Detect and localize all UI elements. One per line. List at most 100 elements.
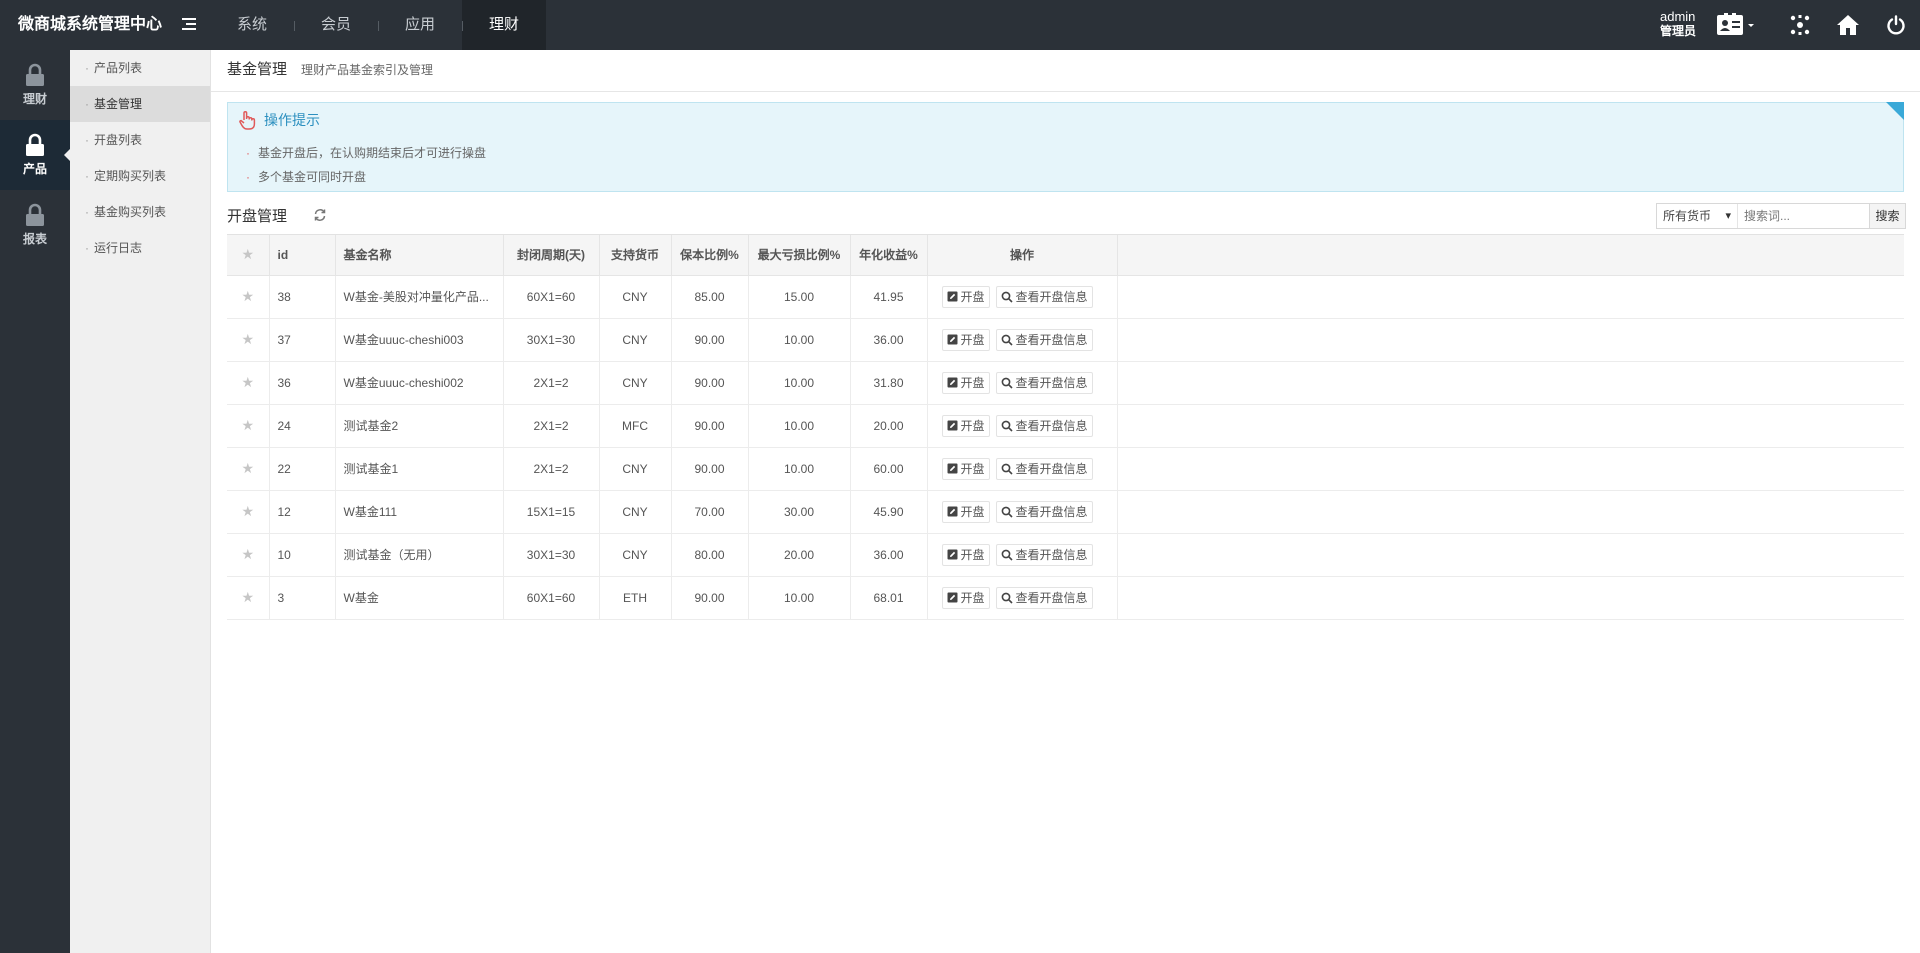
rail-item-label: 报表 [22, 232, 47, 246]
refresh-icon[interactable] [313, 208, 327, 222]
cell-period: 2X1=2 [503, 361, 600, 405]
open-button[interactable]: 开盘 [941, 414, 990, 437]
nav-system[interactable]: 系统 [210, 0, 294, 50]
star-icon[interactable]: ★ [241, 288, 254, 304]
currency-select[interactable]: 所有货币 [1657, 204, 1737, 228]
cell-name: W基金-美股对冲量化产品... [335, 275, 504, 319]
column-header-max-loss: 最大亏损比例% [748, 235, 851, 276]
cell-principal: 90.00 [671, 318, 749, 362]
cell-period: 2X1=2 [503, 404, 600, 448]
column-header-filler [1117, 235, 1904, 276]
search-button[interactable]: 搜索 [1869, 204, 1905, 228]
open-button[interactable]: 开盘 [941, 586, 990, 609]
open-button[interactable]: 开盘 [941, 328, 990, 351]
lock-icon [26, 203, 44, 226]
nav-finance[interactable]: 理财 [462, 0, 546, 50]
edit-icon [947, 592, 958, 603]
cell-principal: 90.00 [671, 361, 749, 405]
view-button-label: 查看开盘信息 [1015, 547, 1088, 562]
cell-name: W基金 [335, 576, 504, 620]
row-star-cell: ★ [227, 576, 270, 620]
cell-filler [1117, 490, 1904, 534]
cell-name: W基金uuuc-cheshi003 [335, 318, 504, 362]
open-button[interactable]: 开盘 [941, 457, 990, 480]
view-opening-info-button[interactable]: 查看开盘信息 [995, 285, 1093, 308]
column-header-actions: 操作 [927, 235, 1118, 276]
home-icon[interactable] [1828, 0, 1868, 50]
rail-item-product[interactable]: 产品 [0, 120, 70, 190]
star-icon[interactable]: ★ [241, 460, 254, 476]
edit-icon [947, 334, 958, 345]
view-opening-info-button[interactable]: 查看开盘信息 [995, 371, 1093, 394]
cell-currency: MFC [599, 404, 672, 448]
view-opening-info-button[interactable]: 查看开盘信息 [995, 586, 1093, 609]
view-opening-info-button[interactable]: 查看开盘信息 [995, 414, 1093, 437]
cell-period: 30X1=30 [503, 318, 600, 362]
cell-id: 37 [269, 318, 336, 362]
cell-actions: 开盘 查看开盘信息 [927, 576, 1118, 620]
power-icon[interactable] [1876, 0, 1916, 50]
star-icon[interactable]: ★ [241, 546, 254, 562]
view-button-label: 查看开盘信息 [1015, 332, 1088, 347]
cell-principal: 85.00 [671, 275, 749, 319]
open-button-label: 开盘 [960, 504, 985, 519]
cell-max-loss: 10.00 [748, 361, 851, 405]
search-icon [1001, 506, 1013, 518]
star-icon[interactable]: ★ [241, 503, 254, 519]
star-icon[interactable]: ★ [241, 374, 254, 390]
row-star-cell: ★ [227, 275, 270, 319]
open-button[interactable]: 开盘 [941, 500, 990, 523]
brand-title: 微商城系统管理中心 [18, 16, 163, 33]
cell-annual-yield: 36.00 [850, 533, 928, 577]
divider [211, 91, 1920, 92]
cell-filler [1117, 275, 1904, 319]
rail-item-finance[interactable]: 理财 [0, 50, 70, 120]
cell-filler [1117, 404, 1904, 448]
column-header-currency: 支持货币 [599, 235, 672, 276]
cell-annual-yield: 60.00 [850, 447, 928, 491]
view-opening-info-button[interactable]: 查看开盘信息 [995, 500, 1093, 523]
nav-member[interactable]: 会员 [294, 0, 378, 50]
cell-actions: 开盘 查看开盘信息 [927, 318, 1118, 362]
cell-filler [1117, 318, 1904, 362]
cell-max-loss: 15.00 [748, 275, 851, 319]
star-icon[interactable]: ★ [241, 589, 254, 605]
menu-toggle-icon[interactable] [182, 18, 198, 32]
nav-apps[interactable]: 应用 [378, 0, 462, 50]
table-row: ★ 37 W基金uuuc-cheshi003 30X1=30 CNY 90.00… [227, 318, 1904, 362]
table-row: ★ 12 W基金111 15X1=15 CNY 70.00 30.00 45.9… [227, 490, 1904, 534]
submenu-product-list[interactable]: 产品列表 [70, 50, 210, 86]
tips-title[interactable]: 操作提示 [238, 109, 320, 131]
apps-icon[interactable] [1780, 0, 1820, 50]
submenu-fund-management[interactable]: 基金管理 [70, 86, 210, 122]
icon-rail: 理财 产品 报表 [0, 50, 70, 953]
id-card-icon[interactable] [1710, 0, 1760, 50]
search-icon [1001, 549, 1013, 561]
cell-max-loss: 20.00 [748, 533, 851, 577]
collapse-corner-icon[interactable] [1886, 102, 1904, 120]
open-button[interactable]: 开盘 [941, 543, 990, 566]
cell-period: 30X1=30 [503, 533, 600, 577]
submenu-regular-purchase-list[interactable]: 定期购买列表 [70, 158, 210, 194]
view-opening-info-button[interactable]: 查看开盘信息 [995, 457, 1093, 480]
search-icon [1001, 334, 1013, 346]
submenu-opening-list[interactable]: 开盘列表 [70, 122, 210, 158]
column-header-period: 封闭周期(天) [503, 235, 600, 276]
search-input[interactable] [1737, 204, 1869, 228]
cell-period: 2X1=2 [503, 447, 600, 491]
submenu-run-log[interactable]: 运行日志 [70, 230, 210, 266]
cell-annual-yield: 45.90 [850, 490, 928, 534]
rail-item-report[interactable]: 报表 [0, 190, 70, 260]
cell-period: 60X1=60 [503, 576, 600, 620]
user-info[interactable]: admin 管理员 [1660, 9, 1696, 39]
star-icon[interactable]: ★ [241, 417, 254, 433]
cell-annual-yield: 36.00 [850, 318, 928, 362]
submenu-fund-purchase-list[interactable]: 基金购买列表 [70, 194, 210, 230]
view-opening-info-button[interactable]: 查看开盘信息 [995, 328, 1093, 351]
star-icon[interactable]: ★ [241, 331, 254, 347]
open-button-label: 开盘 [960, 332, 985, 347]
view-opening-info-button[interactable]: 查看开盘信息 [995, 543, 1093, 566]
open-button[interactable]: 开盘 [941, 285, 990, 308]
edit-icon [947, 377, 958, 388]
open-button[interactable]: 开盘 [941, 371, 990, 394]
